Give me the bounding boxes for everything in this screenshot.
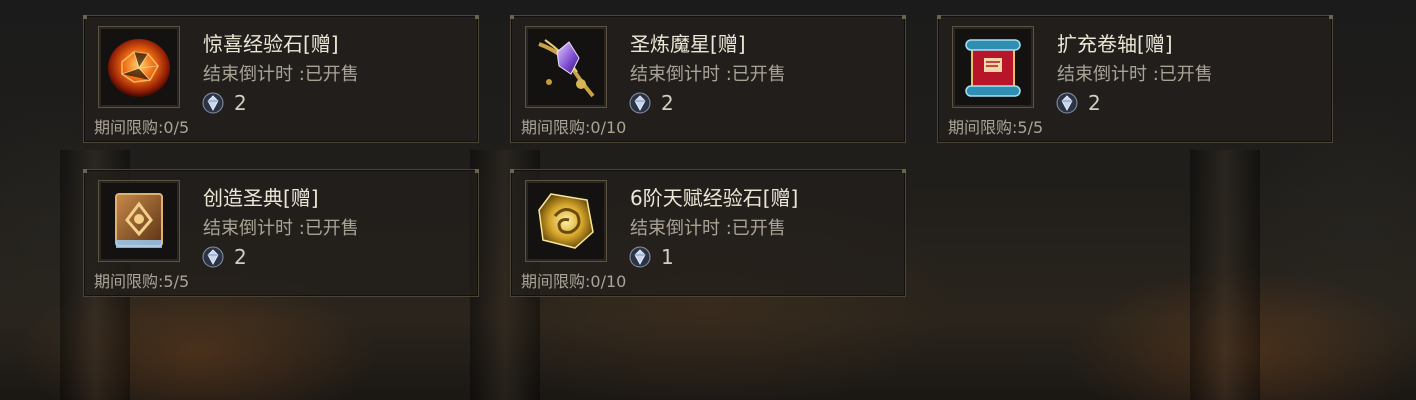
background-pillar-right — [1190, 150, 1260, 400]
item-name: 6阶天赋经验石[赠] — [630, 186, 799, 210]
item-timer: 结束倒计时 :已开售 — [203, 218, 359, 239]
shop-item-card[interactable]: 扩充卷轴[赠] 结束倒计时 :已开售 2 期间限购:5/5 — [937, 15, 1333, 143]
item-timer: 结束倒计时 :已开售 — [1057, 64, 1213, 85]
item-name: 惊喜经验石[赠] — [203, 32, 339, 56]
purchase-limit: 期间限购:0/10 — [521, 118, 627, 137]
item-timer: 结束倒计时 :已开售 — [630, 64, 786, 85]
purple-star-crystal-icon — [538, 39, 595, 98]
shop-item-card[interactable]: 6阶天赋经验石[赠] 结束倒计时 :已开售 1 期间限购:0/10 — [510, 169, 906, 297]
holy-book-icon — [115, 193, 163, 248]
purchase-limit: 期间限购:5/5 — [94, 272, 190, 291]
purchase-limit: 期间限购:0/10 — [521, 272, 627, 291]
price-row: 2 — [202, 90, 247, 116]
item-price: 2 — [661, 91, 674, 115]
item-price: 1 — [661, 245, 674, 269]
item-icon-frame[interactable] — [525, 26, 607, 108]
item-timer: 结束倒计时 :已开售 — [630, 218, 786, 239]
item-name: 创造圣典[赠] — [203, 186, 319, 210]
price-row: 2 — [1056, 90, 1101, 116]
purchase-limit: 期间限购:0/5 — [94, 118, 190, 137]
item-icon-frame[interactable] — [98, 180, 180, 262]
scroll-icon — [965, 39, 1021, 97]
price-row: 2 — [202, 244, 247, 270]
shop-item-card[interactable]: 创造圣典[赠] 结束倒计时 :已开售 2 期间限购:5/5 — [83, 169, 479, 297]
item-name: 圣炼魔星[赠] — [630, 32, 746, 56]
diamond-currency-icon — [202, 246, 224, 268]
item-icon-frame[interactable] — [98, 26, 180, 108]
item-name: 扩充卷轴[赠] — [1057, 32, 1173, 56]
diamond-currency-icon — [1056, 92, 1078, 114]
diamond-currency-icon — [629, 92, 651, 114]
price-row: 1 — [629, 244, 674, 270]
diamond-currency-icon — [202, 92, 224, 114]
item-price: 2 — [234, 91, 247, 115]
gold-talent-stone-icon — [538, 193, 594, 249]
shop-item-card[interactable]: 圣炼魔星[赠] 结束倒计时 :已开售 2 期间限购:0/10 — [510, 15, 906, 143]
item-timer: 结束倒计时 :已开售 — [203, 64, 359, 85]
shop-item-card[interactable]: 惊喜经验石[赠] 结束倒计时 :已开售 2 期间限购:0/5 — [83, 15, 479, 143]
item-price: 2 — [234, 245, 247, 269]
diamond-currency-icon — [629, 246, 651, 268]
item-icon-frame[interactable] — [525, 180, 607, 262]
item-icon-frame[interactable] — [952, 26, 1034, 108]
purchase-limit: 期间限购:5/5 — [948, 118, 1044, 137]
price-row: 2 — [629, 90, 674, 116]
item-price: 2 — [1088, 91, 1101, 115]
orange-gem-icon — [108, 39, 170, 97]
